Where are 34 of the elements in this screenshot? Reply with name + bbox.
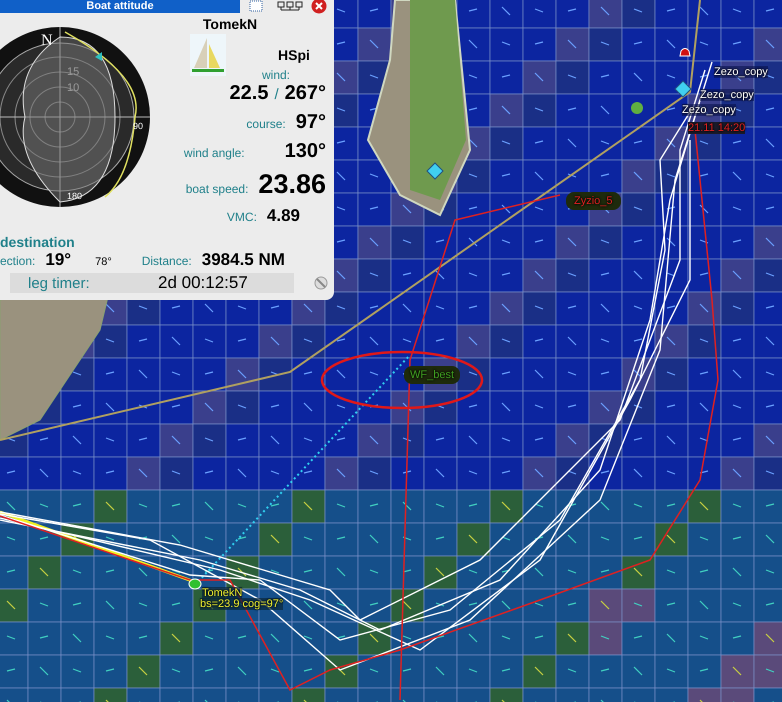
map-label: 21.11 14:20 bbox=[688, 122, 746, 134]
map-label: WF_best bbox=[404, 366, 460, 384]
reading-label: wind angle: bbox=[184, 146, 245, 160]
reading-label: course: bbox=[246, 117, 286, 131]
map-label: TomekN bbox=[202, 587, 242, 599]
distance-label: Distance: bbox=[142, 254, 192, 268]
dial-label: 10 bbox=[67, 82, 80, 94]
direction-value: 19° bbox=[45, 250, 72, 270]
destination-title: destination bbox=[0, 234, 76, 250]
map-label: Zezo_copy bbox=[700, 89, 754, 101]
leg-timer-label: leg timer: bbox=[28, 274, 91, 292]
map-label: Zyzio_5 bbox=[566, 192, 621, 210]
separator: / bbox=[274, 86, 279, 103]
map-label: Zezo_copy bbox=[682, 104, 736, 116]
wind-direction: 267° bbox=[284, 82, 326, 105]
dial-label: 180 bbox=[67, 191, 82, 201]
reading-value: 4.89 bbox=[266, 206, 300, 226]
bearing-value: 78° bbox=[95, 256, 112, 268]
dial-label: 15 bbox=[67, 66, 80, 78]
wind-speed: 22.5 bbox=[230, 82, 268, 105]
wind-label: wind: bbox=[262, 68, 290, 82]
leg-timer-value: 2d 00:12:57 bbox=[158, 273, 248, 293]
map-label: bs=23.9 cog=97° bbox=[200, 598, 284, 610]
panel-title: Boat attitude bbox=[0, 0, 240, 13]
boat-name: TomekN bbox=[202, 16, 258, 32]
reading-value: 97° bbox=[296, 111, 326, 134]
reading-value: 130° bbox=[284, 140, 326, 163]
direction-label: ection: bbox=[0, 254, 36, 268]
reading-value: 23.86 bbox=[258, 169, 326, 200]
reading-label: boat speed: bbox=[186, 182, 248, 196]
distance-value: 3984.5 NM bbox=[202, 250, 285, 270]
sail-type: HSpi bbox=[278, 47, 310, 63]
map-label: Zezo_copy bbox=[714, 66, 768, 78]
reading-label: VMC: bbox=[226, 210, 257, 224]
